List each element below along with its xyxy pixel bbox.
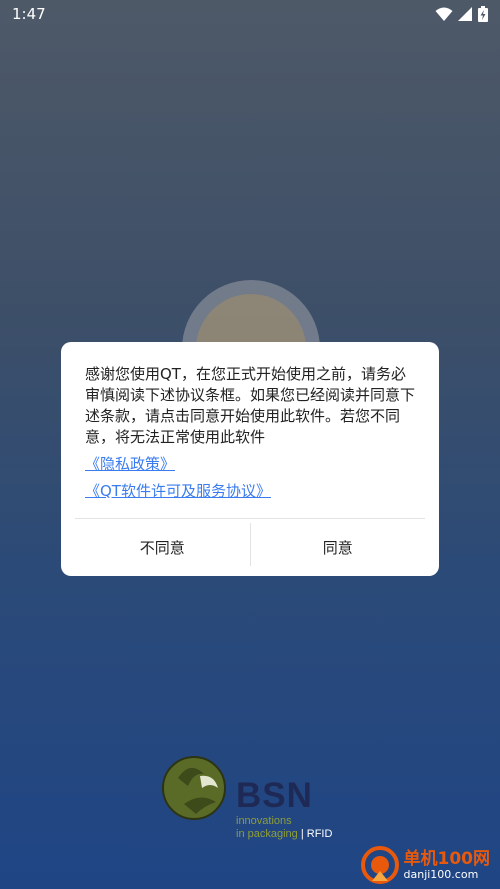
status-time: 1:47: [12, 5, 46, 23]
battery-charging-icon: [478, 6, 488, 22]
dialog-actions: 不同意 同意: [75, 518, 425, 576]
brand-tagline-2-text: in packaging: [236, 828, 298, 840]
brand-tagline-suffix: | RFID: [300, 828, 333, 840]
brand-tagline-1: innovations: [236, 815, 292, 827]
brand-tagline-2: in packaging | RFID: [236, 829, 332, 840]
watermark: 单机100网 danji100.com: [360, 845, 491, 885]
watermark-logo-icon: [360, 846, 399, 884]
privacy-policy-link[interactable]: 《隐私政策》: [85, 453, 415, 475]
agreement-dialog: 感谢您使用QT，在您正式开始使用之前，请务必审慎阅读下述协议条框。如果您已经阅读…: [61, 342, 439, 576]
dialog-body: 感谢您使用QT，在您正式开始使用之前，请务必审慎阅读下述协议条框。如果您已经阅读…: [61, 342, 439, 502]
signal-icon: [458, 6, 472, 21]
wifi-icon: [435, 7, 453, 21]
watermark-text: 单机100网 danji100.com: [404, 849, 491, 881]
watermark-url: danji100.com: [403, 868, 479, 881]
brand-name: BSN: [236, 776, 313, 815]
status-bar: 1:47: [0, 0, 500, 28]
dialog-message: 感谢您使用QT，在您正式开始使用之前，请务必审慎阅读下述协议条框。如果您已经阅读…: [85, 365, 416, 446]
brand-text: BSN innovations in packaging | RFID: [236, 778, 332, 840]
license-agreement-link[interactable]: 《QT软件许可及服务协议》: [85, 480, 415, 502]
status-icons: [435, 6, 488, 22]
disagree-button[interactable]: 不同意: [75, 519, 250, 576]
agree-button[interactable]: 同意: [251, 519, 426, 576]
watermark-name: 单机100网: [403, 849, 491, 869]
